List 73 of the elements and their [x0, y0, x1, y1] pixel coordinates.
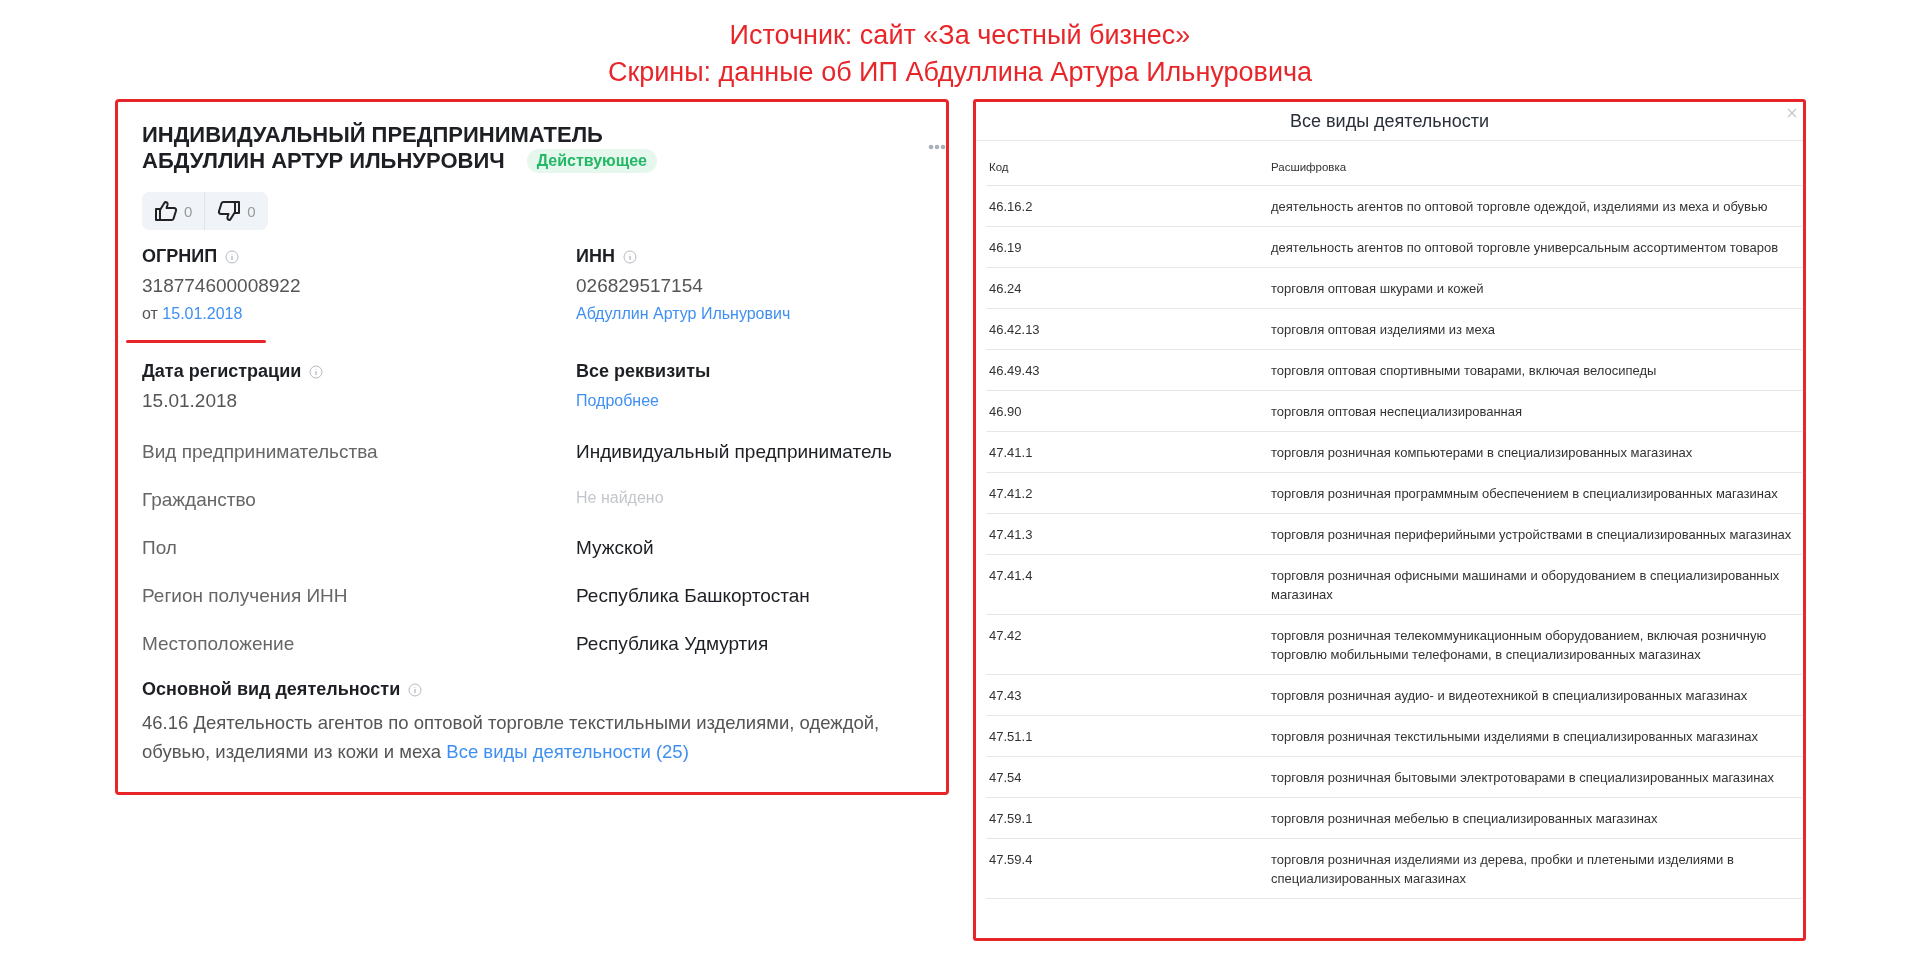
info-icon[interactable] [225, 249, 240, 264]
table-cell: торговля розничная текстильными изделиями в специализированных магазинах [1268, 715, 1802, 757]
dislike-button[interactable]: 0 [204, 192, 268, 230]
table-cell: 46.49.43 [986, 349, 1268, 391]
table-cell: торговля оптовая изделиями из меха [1268, 308, 1802, 350]
thumbs-up-icon [154, 200, 178, 222]
activity-description: 46.16 Деятельность агентов по оптовой торговле текстильными изделиями, одеждой, обувью, изделиями из кожи и меха Все виды деятельности (25) [142, 711, 881, 764]
table-cell: 47.51.1 [986, 715, 1268, 757]
details-link[interactable]: Подробнее [576, 392, 659, 409]
table-cell: 47.41.3 [986, 513, 1268, 555]
registration-date: 15.01.2018 [142, 390, 239, 412]
field-label: Гражданство [142, 489, 257, 512]
column-header: Код [986, 141, 1268, 186]
status-badge: Действующее [526, 149, 657, 173]
table-cell: деятельность агентов по оптовой торговле универсальным ассортиментом товаров [1268, 226, 1802, 268]
company-title: ИНДИВИДУАЛЬНЫЙ ПРЕДПРИНИМАТЕЛЬ [142, 122, 604, 148]
table-cell: 47.41.2 [986, 472, 1268, 514]
table-cell: 47.41.1 [986, 431, 1268, 473]
table-cell: 46.90 [986, 390, 1268, 432]
table-cell: 46.19 [986, 226, 1268, 268]
caption-text: Скрины: данные об ИП Абдуллина Артура Ильнуровича [607, 56, 1313, 89]
table-cell: 46.24 [986, 267, 1268, 309]
field-label: ОГРНИП [142, 246, 218, 267]
field-label: Вид предпринимательства [142, 441, 379, 464]
table-cell: 47.41.4 [986, 554, 1268, 615]
inn-value: 026829517154 [576, 275, 704, 297]
table-cell: торговля оптовая шкурами и кожей [1268, 267, 1802, 309]
dialog-title: Все виды деятельности [1290, 110, 1489, 132]
column-header: Расшифровка [1268, 141, 1802, 186]
table-cell: торговля розничная изделиями из дерева, пробки и плетеными изделиями в специализированных магазинах [1268, 838, 1802, 899]
field-label: Пол [142, 537, 178, 560]
table-cell: торговля розничная аудио- и видеотехникой в специализированных магазинах [1268, 674, 1802, 716]
table-cell: 47.54 [986, 756, 1268, 798]
table-cell: торговля розничная программным обеспечением в специализированных магазинах [1268, 472, 1802, 514]
table-cell: 46.16.2 [986, 185, 1268, 227]
table-cell: торговля розничная периферийными устройствами в специализированных магазинах [1268, 513, 1802, 555]
table-cell: 47.59.4 [986, 838, 1268, 899]
table-cell: 47.43 [986, 674, 1268, 716]
caption-text: Источник: сайт «За честный бизнес» [729, 19, 1191, 52]
field-value: Индивидуальный предприниматель [576, 441, 893, 464]
field-label: Регион получения ИНН [142, 585, 349, 608]
field-label: Все реквизиты [576, 361, 711, 382]
table-cell: торговля розничная бытовыми электротоварами в специализированных магазинах [1268, 756, 1802, 798]
table-cell: 46.42.13 [986, 308, 1268, 350]
table-cell: торговля розничная офисными машинами и оборудованием в специализированных магазинах [1268, 554, 1802, 615]
table-cell: торговля оптовая неспециализированная [1268, 390, 1802, 432]
more-icon[interactable] [928, 144, 946, 150]
all-activities-link[interactable]: Все виды деятельности (25) [446, 741, 689, 762]
company-title: АБДУЛЛИН АРТУР ИЛЬНУРОВИЧ [142, 148, 505, 174]
info-icon[interactable] [408, 682, 423, 697]
field-label: Основной вид деятельности [142, 679, 401, 700]
date-prefix: от [142, 305, 158, 322]
date-link[interactable]: 15.01.2018 [162, 305, 243, 322]
table-cell: деятельность агентов по оптовой торговле одеждой, изделиями из меха и обувью [1268, 185, 1802, 227]
ogrnip-value: 318774600008922 [142, 275, 302, 297]
table-cell: торговля розничная телекоммуникационным оборудованием, включая розничную торговлю мобильными телефонами, в специализированных магазинах [1268, 614, 1802, 675]
thumbs-down-icon [217, 200, 242, 222]
field-label: Дата регистрации [142, 361, 302, 382]
table-cell: 47.59.1 [986, 797, 1268, 839]
table-cell: торговля розничная компьютерами в специализированных магазинах [1268, 431, 1802, 473]
field-value: Мужской [576, 537, 655, 560]
info-icon[interactable] [622, 249, 637, 264]
table-cell: торговля оптовая спортивными товарами, включая велосипеды [1268, 349, 1802, 391]
table-cell: торговля розничная мебелью в специализированных магазинах [1268, 797, 1802, 839]
table-cell: 47.42 [986, 614, 1268, 675]
field-value: Республика Башкортостан [576, 585, 811, 608]
close-icon[interactable] [1787, 108, 1797, 118]
field-value: Республика Удмуртия [576, 633, 770, 656]
field-value: Не найдено [576, 489, 665, 508]
field-label: ИНН [576, 246, 615, 267]
owner-link[interactable]: Абдуллин Артур Ильнурович [576, 305, 791, 322]
field-label: Местоположение [142, 633, 296, 656]
info-icon[interactable] [309, 364, 324, 379]
